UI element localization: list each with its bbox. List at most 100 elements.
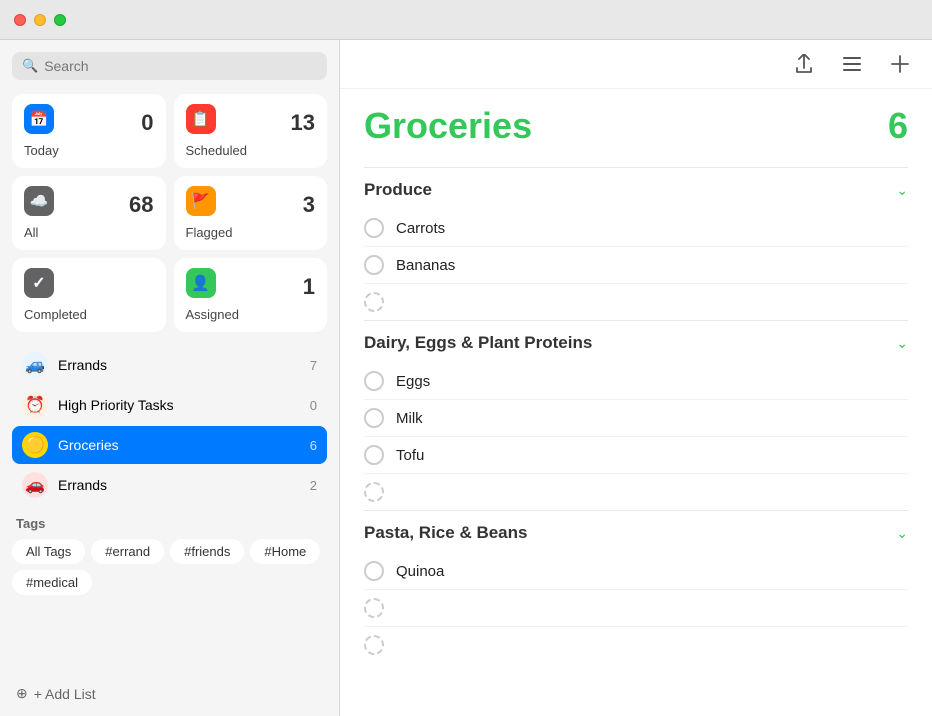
flagged-count: 3 [303, 194, 315, 216]
tag-errand[interactable]: #errand [91, 539, 164, 564]
add-task-button[interactable] [884, 48, 916, 80]
tag-medical[interactable]: #medical [12, 570, 92, 595]
smart-card-assigned[interactable]: 👤 1 Assigned [174, 258, 328, 332]
high-priority-count: 0 [310, 398, 317, 413]
group-pasta-chevron: ⌄ [896, 525, 908, 542]
tag-home[interactable]: #Home [250, 539, 320, 564]
task-carrots-name: Carrots [396, 220, 445, 237]
completed-label: Completed [24, 307, 87, 322]
group-dairy: Dairy, Eggs & Plant Proteins ⌄ Eggs Milk… [364, 320, 908, 510]
flagged-icon: 🚩 [186, 186, 216, 216]
task-pasta-new1[interactable] [364, 590, 908, 627]
task-pasta-new2[interactable] [364, 627, 908, 663]
share-icon [795, 54, 813, 74]
scheduled-count: 13 [291, 112, 315, 134]
search-icon: 🔍 [22, 58, 38, 74]
tags-heading: Tags [12, 516, 327, 531]
search-input[interactable] [44, 58, 317, 74]
completed-icon: ✓ [24, 268, 54, 298]
content-toolbar [340, 40, 932, 89]
list-title: Groceries [364, 105, 532, 147]
list-icon [843, 56, 861, 72]
today-label: Today [24, 143, 59, 158]
tags-grid: All Tags #errand #friends #Home #medical [12, 539, 327, 595]
high-priority-label: High Priority Tasks [58, 397, 300, 413]
group-pasta-title: Pasta, Rice & Beans [364, 523, 527, 543]
errands2-count: 2 [310, 478, 317, 493]
tag-friends[interactable]: #friends [170, 539, 244, 564]
smart-card-all[interactable]: ☁️ 68 All [12, 176, 166, 250]
today-icon: 📅 [24, 104, 54, 134]
flagged-label: Flagged [186, 225, 233, 240]
add-list-icon: ⊕ [16, 685, 28, 702]
today-count: 0 [141, 112, 153, 134]
list-item-errands2[interactable]: 🚗 Errands 2 [12, 466, 327, 504]
task-eggs-name: Eggs [396, 373, 430, 390]
errands2-label: Errands [58, 477, 300, 493]
groceries-icon: 🟡 [22, 432, 48, 458]
task-carrots[interactable]: Carrots [364, 210, 908, 247]
titlebar [0, 0, 932, 40]
lists-section: 🚙 Errands 7 ⏰ High Priority Tasks 0 🟡 Gr… [12, 346, 327, 504]
group-dairy-chevron: ⌄ [896, 335, 908, 352]
smart-card-today[interactable]: 📅 0 Today [12, 94, 166, 168]
assigned-label: Assigned [186, 307, 239, 322]
task-tofu[interactable]: Tofu [364, 437, 908, 474]
group-pasta-header[interactable]: Pasta, Rice & Beans ⌄ [364, 511, 908, 553]
add-list-label: + Add List [34, 686, 96, 702]
task-tofu-checkbox[interactable] [364, 445, 384, 465]
all-label: All [24, 225, 38, 240]
group-pasta: Pasta, Rice & Beans ⌄ Quinoa [364, 510, 908, 663]
smart-card-scheduled[interactable]: 📋 13 Scheduled [174, 94, 328, 168]
task-dairy-new-checkbox[interactable] [364, 482, 384, 502]
maximize-button[interactable] [54, 14, 66, 26]
errands2-icon: 🚗 [22, 472, 48, 498]
list-item-high-priority[interactable]: ⏰ High Priority Tasks 0 [12, 386, 327, 424]
groceries-count: 6 [310, 438, 317, 453]
task-carrots-checkbox[interactable] [364, 218, 384, 238]
minimize-button[interactable] [34, 14, 46, 26]
group-produce: Produce ⌄ Carrots Bananas [364, 167, 908, 320]
smart-card-flagged[interactable]: 🚩 3 Flagged [174, 176, 328, 250]
tags-section: Tags All Tags #errand #friends #Home #me… [12, 516, 327, 595]
close-button[interactable] [14, 14, 26, 26]
group-dairy-title: Dairy, Eggs & Plant Proteins [364, 333, 592, 353]
task-produce-new-checkbox[interactable] [364, 292, 384, 312]
content-body: Groceries 6 Produce ⌄ Carrots Bananas [340, 89, 932, 716]
task-quinoa[interactable]: Quinoa [364, 553, 908, 590]
errands-count: 7 [310, 358, 317, 373]
high-priority-icon: ⏰ [22, 392, 48, 418]
list-item-errands[interactable]: 🚙 Errands 7 [12, 346, 327, 384]
main-layout: 🔍 📅 0 Today 📋 13 Scheduled [0, 40, 932, 716]
search-bar[interactable]: 🔍 [12, 52, 327, 80]
task-eggs-checkbox[interactable] [364, 371, 384, 391]
tag-all[interactable]: All Tags [12, 539, 85, 564]
errands-label: Errands [58, 357, 300, 373]
task-tofu-name: Tofu [396, 447, 424, 464]
task-milk-name: Milk [396, 410, 423, 427]
sidebar: 🔍 📅 0 Today 📋 13 Scheduled [0, 40, 340, 716]
assigned-count: 1 [303, 276, 315, 298]
groceries-label: Groceries [58, 437, 300, 453]
task-bananas[interactable]: Bananas [364, 247, 908, 284]
task-dairy-new[interactable] [364, 474, 908, 510]
smart-card-completed[interactable]: ✓ Completed [12, 258, 166, 332]
task-bananas-checkbox[interactable] [364, 255, 384, 275]
add-list-button[interactable]: ⊕ + Add List [12, 679, 327, 708]
add-icon [891, 55, 909, 73]
task-pasta-new2-checkbox[interactable] [364, 635, 384, 655]
task-pasta-new1-checkbox[interactable] [364, 598, 384, 618]
task-produce-new[interactable] [364, 284, 908, 320]
list-total-count: 6 [888, 105, 908, 147]
task-milk-checkbox[interactable] [364, 408, 384, 428]
task-quinoa-checkbox[interactable] [364, 561, 384, 581]
group-produce-header[interactable]: Produce ⌄ [364, 168, 908, 210]
share-button[interactable] [788, 48, 820, 80]
task-eggs[interactable]: Eggs [364, 363, 908, 400]
list-item-groceries[interactable]: 🟡 Groceries 6 [12, 426, 327, 464]
smart-lists-grid: 📅 0 Today 📋 13 Scheduled ☁️ 68 All [12, 94, 327, 332]
task-milk[interactable]: Milk [364, 400, 908, 437]
task-bananas-name: Bananas [396, 257, 455, 274]
group-dairy-header[interactable]: Dairy, Eggs & Plant Proteins ⌄ [364, 321, 908, 363]
list-view-button[interactable] [836, 48, 868, 80]
